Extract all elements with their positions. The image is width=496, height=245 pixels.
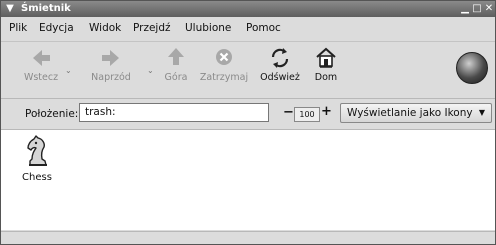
up-label: Góra	[164, 72, 188, 83]
menu-edycja[interactable]: Edycja	[39, 22, 74, 34]
location-label: Położenie:	[25, 108, 79, 120]
status-bar	[1, 231, 495, 244]
forward-arrow-icon	[102, 50, 119, 66]
back-button[interactable]: Wstecz	[21, 44, 61, 83]
file-view[interactable]: Chess	[1, 130, 495, 230]
forward-button[interactable]: Naprzód	[87, 44, 135, 83]
forward-history-dropdown-icon[interactable]: ⌄	[147, 66, 154, 75]
menu-ulubione[interactable]: Ulubione	[185, 22, 231, 34]
menu-przejdz[interactable]: Przejdź	[133, 22, 171, 34]
file-item-chess[interactable]: Chess	[19, 134, 55, 183]
window-title: Śmietnik	[21, 3, 71, 14]
up-arrow-icon	[168, 48, 184, 65]
menu-bar: Plik Edycja Widok Przejdź Ulubione Pomoc	[1, 18, 495, 40]
file-manager-window: ▼ Śmietnik ▁ □ ✕ Plik Edycja Widok Przej…	[0, 0, 496, 245]
stop-button[interactable]: Zatrzymaj	[197, 44, 251, 83]
menu-plik[interactable]: Plik	[9, 22, 27, 34]
home-icon	[316, 47, 336, 68]
home-label: Dom	[314, 72, 338, 83]
stop-label: Zatrzymaj	[199, 72, 249, 83]
window-menu-icon[interactable]: ▼	[4, 3, 16, 15]
back-label: Wstecz	[23, 72, 59, 83]
close-button[interactable]: ✕	[483, 3, 495, 15]
reload-icon	[271, 48, 289, 68]
stop-icon	[216, 49, 232, 65]
menu-widok[interactable]: Widok	[89, 22, 121, 34]
chess-knight-icon	[27, 135, 47, 166]
title-bar[interactable]: ▼ Śmietnik ▁ □ ✕	[1, 1, 495, 17]
back-history-dropdown-icon[interactable]: ⌄	[65, 66, 72, 75]
view-mode-value: Wyświetlanie jako Ikony	[347, 107, 473, 119]
chevron-down-icon: ▼	[478, 108, 486, 117]
maximize-button[interactable]: □	[471, 3, 483, 15]
menu-pomoc[interactable]: Pomoc	[246, 22, 281, 34]
minimize-button[interactable]: ▁	[459, 3, 471, 15]
up-button[interactable]: Góra	[161, 44, 191, 83]
view-mode-select[interactable]: Wyświetlanie jako Ikony ▼	[340, 103, 492, 123]
zoom-level[interactable]: 100	[294, 107, 320, 122]
zoom-out-button[interactable]: −	[283, 106, 294, 120]
zoom-in-button[interactable]: +	[321, 105, 332, 119]
location-bar: Położenie: trash: − 100 + Wyświetlanie j…	[1, 99, 495, 130]
back-arrow-icon	[33, 50, 50, 66]
location-input[interactable]: trash:	[79, 103, 269, 122]
reload-label: Odśwież	[260, 72, 300, 83]
toolbar: Wstecz ⌄ Naprzód ⌄ Góra Zatrzymaj Odświe…	[1, 41, 495, 99]
home-button[interactable]: Dom	[309, 44, 343, 83]
file-item-label: Chess	[22, 172, 52, 183]
throbber-icon	[456, 52, 488, 84]
reload-button[interactable]: Odśwież	[257, 44, 303, 83]
forward-label: Naprzód	[91, 72, 131, 83]
